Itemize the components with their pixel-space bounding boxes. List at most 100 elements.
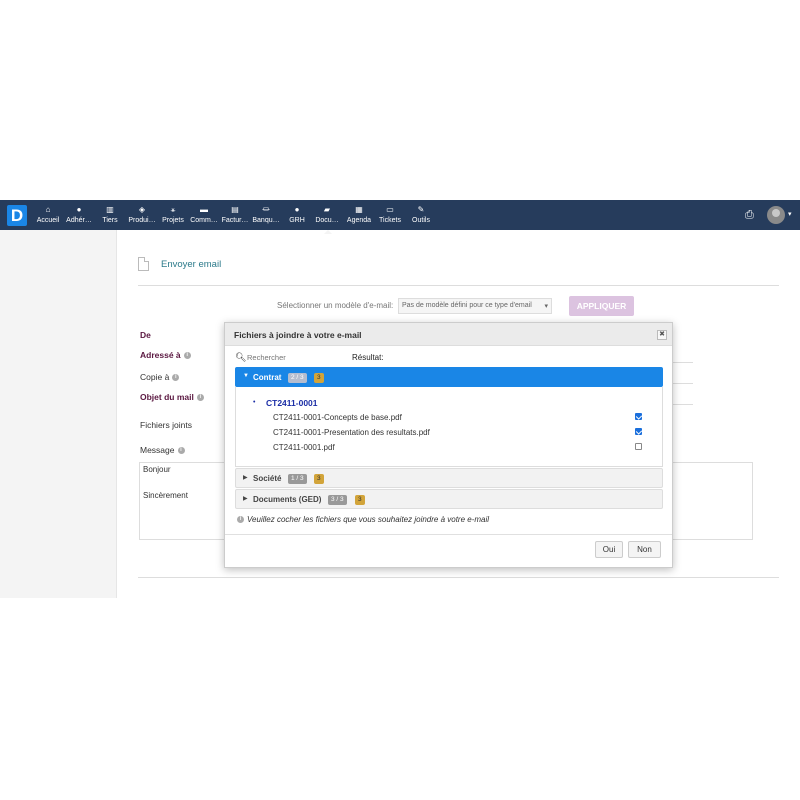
bullet-icon: • <box>253 399 256 406</box>
file-name: CT2411-0001-Concepts de base.pdf <box>273 413 402 422</box>
subject-label-row: Objet du mail i <box>140 392 204 402</box>
info-icon: i <box>183 352 191 360</box>
nav-label: Agenda <box>346 217 372 224</box>
category-name: Documents (GED) <box>253 495 322 504</box>
nav-item-accueil[interactable]: ⌂ Accueil <box>31 204 65 225</box>
file-checkbox[interactable] <box>635 413 642 420</box>
count-badge: 3 <box>314 474 324 484</box>
count-badge: 3 <box>355 495 365 505</box>
folder-icon: ▰ <box>323 205 331 214</box>
nav-label: Adhér… <box>66 217 92 224</box>
category-contrat[interactable]: ▼ Contrat 2 / 3 3 <box>235 367 663 387</box>
close-icon[interactable]: ✖ <box>657 330 667 340</box>
message-line: Sincèrement <box>143 491 188 500</box>
bank-icon: ⏛ <box>262 205 270 214</box>
nav-item-outils[interactable]: ✎ Outils <box>404 204 438 225</box>
model-label: Sélectionner un modèle d'e-mail: <box>277 301 394 310</box>
dialog-title: Fichiers à joindre à votre e-mail <box>234 330 362 340</box>
document-icon <box>138 257 149 271</box>
ratio-badge: 1 / 3 <box>288 474 307 484</box>
category-documents-ged[interactable]: ▶ Documents (GED) 3 / 3 3 <box>235 489 663 509</box>
caret-down-icon: ▼ <box>243 373 249 379</box>
search-input[interactable] <box>247 351 342 363</box>
print-icon[interactable]: ⎙ <box>745 209 754 222</box>
nav-label: Accueil <box>36 217 60 224</box>
ratio-badge: 3 / 3 <box>328 495 347 505</box>
nav-label: Projets <box>162 217 184 224</box>
building-icon: ▥ <box>106 205 114 214</box>
hint-text: Veuillez cocher les fichiers que vous so… <box>247 515 490 524</box>
message-line: Bonjour <box>143 465 171 474</box>
ratio-badge: 2 / 3 <box>288 373 307 383</box>
cc-label-row: Copie ài <box>140 372 180 382</box>
hr-icon: ● <box>294 205 300 214</box>
info-icon: i <box>177 447 185 455</box>
cc-label: Copie à <box>140 372 170 382</box>
search-icon: 🔍︎ <box>235 352 247 362</box>
nav-item-documents[interactable]: ▰ Docu… <box>310 204 344 234</box>
nav-label: Tickets <box>379 217 401 224</box>
to-label: Adressé à <box>140 350 181 360</box>
attachments-label: Fichiers joints <box>140 420 192 430</box>
nav-item-tiers[interactable]: ▥ Tiers <box>93 204 127 225</box>
nav-label: Comm… <box>190 217 218 224</box>
nav-item-adherents[interactable]: ● Adhér… <box>62 204 96 225</box>
field-underline <box>673 383 693 384</box>
ticket-icon: ▭ <box>386 205 394 214</box>
to-label-row: Adressé ài <box>140 350 191 360</box>
nav-label: Produi… <box>128 217 156 224</box>
message-label-row: Message i <box>140 445 185 455</box>
message-label: Message <box>140 445 175 455</box>
project-icon: ⚹ <box>170 205 176 214</box>
nav-item-banque[interactable]: ⏛ Banqu… <box>249 204 283 225</box>
nav-item-projets[interactable]: ⚹ Projets <box>156 204 190 225</box>
apply-button[interactable]: APPLIQUER <box>569 296 634 316</box>
email-template-select[interactable]: Pas de modèle défini pour ce type d'emai… <box>398 298 552 314</box>
from-label: De <box>140 330 151 340</box>
caret-right-icon: ▶ <box>243 496 248 502</box>
invoice-icon: ▤ <box>231 205 239 214</box>
info-icon: i <box>172 374 180 382</box>
category-name: Société <box>253 474 282 483</box>
wrench-icon: ✎ <box>417 205 425 214</box>
calendar-icon: ▦ <box>355 205 363 214</box>
divider <box>138 285 779 286</box>
home-icon: ⌂ <box>45 205 51 214</box>
nav-label: Factur… <box>221 217 249 224</box>
attach-files-dialog: Fichiers à joindre à votre e-mail ✖ 🔍︎ R… <box>224 322 673 568</box>
field-underline <box>673 404 693 405</box>
hint-row: i Veuillez cocher les fichiers que vous s… <box>237 515 489 524</box>
nav-label: Banqu… <box>252 217 280 224</box>
nav-label: GRH <box>289 217 305 224</box>
dialog-header: Fichiers à joindre à votre e-mail ✖ <box>225 323 672 346</box>
nav-label: Docu… <box>315 217 339 224</box>
chevron-down-icon[interactable]: ▾ <box>788 210 792 218</box>
file-checkbox[interactable] <box>635 443 642 450</box>
avatar[interactable] <box>767 206 785 224</box>
nav-item-tickets[interactable]: ▭ Tickets <box>373 204 407 225</box>
nav-item-produits[interactable]: ◈ Produi… <box>125 204 159 225</box>
chevron-down-icon: ▾ <box>544 303 548 310</box>
nav-item-commerce[interactable]: ▬ Comm… <box>187 204 221 225</box>
ok-button[interactable]: Oui <box>595 541 623 558</box>
category-societe[interactable]: ▶ Société 1 / 3 3 <box>235 468 663 488</box>
field-underline <box>673 362 693 363</box>
briefcase-icon: ▬ <box>200 205 208 214</box>
nav-item-grh[interactable]: ● GRH <box>280 204 314 225</box>
file-name: CT2411-0001.pdf <box>273 443 335 452</box>
left-sidebar <box>0 230 117 598</box>
count-badge: 3 <box>314 373 324 383</box>
caret-right-icon: ▶ <box>243 475 248 481</box>
divider <box>138 577 779 578</box>
nav-item-facturation[interactable]: ▤ Factur… <box>218 204 252 225</box>
nav-item-agenda[interactable]: ▦ Agenda <box>342 204 376 225</box>
info-icon: i <box>237 516 244 524</box>
category-name: Contrat <box>253 373 282 382</box>
file-name: CT2411-0001-Presentation des resultats.p… <box>273 428 430 437</box>
cancel-button[interactable]: Non <box>628 541 661 558</box>
top-navbar: D ⌂ Accueil ● Adhér… ▥ Tiers ◈ Produi… ⚹… <box>0 200 800 234</box>
nav-label: Outils <box>412 217 430 224</box>
file-checkbox[interactable] <box>635 428 642 435</box>
member-icon: ● <box>76 205 82 214</box>
app-logo[interactable]: D <box>7 205 27 226</box>
